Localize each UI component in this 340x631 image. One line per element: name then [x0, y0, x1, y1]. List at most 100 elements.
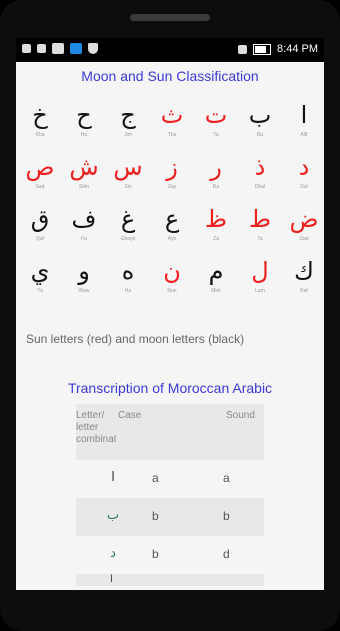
- letter-name: Kha: [35, 132, 45, 138]
- letter-name: Qaf: [35, 236, 45, 242]
- letter-cell[interactable]: ز Zay: [150, 152, 194, 190]
- arabic-letter: و: [78, 257, 90, 285]
- letter-cell[interactable]: ا Alif: [282, 100, 324, 138]
- letter-cell[interactable]: ظ Za: [194, 204, 238, 242]
- arabic-letter: م: [208, 257, 224, 285]
- letter-cell[interactable]: ح Ha: [62, 100, 106, 138]
- section-title: Transcription of Moroccan Arabic: [67, 380, 273, 396]
- arabic-letter: ق: [30, 205, 50, 233]
- letter-cell[interactable]: غ Ghayn: [106, 204, 150, 242]
- arabic-letter: ض: [289, 205, 319, 233]
- letter-cell[interactable]: د Dal: [282, 152, 324, 190]
- letter-cell[interactable]: ر Ra: [194, 152, 238, 190]
- arabic-letter: ز: [166, 153, 178, 181]
- usb-icon: [37, 44, 46, 53]
- letter-cell[interactable]: ي Ya: [18, 256, 62, 294]
- letter-name: Ayn: [167, 236, 177, 242]
- arabic-letter: ف: [71, 205, 97, 233]
- letter-row: ق Qaf ف Fa غ Ghayn ع Ayn ظ Za ط Ta ض Dad: [16, 204, 324, 256]
- arabic-letter: ظ: [204, 205, 228, 233]
- arabic-letter: ك: [294, 257, 314, 285]
- row-sound: a: [223, 471, 230, 485]
- arabic-letter: ي: [30, 257, 50, 285]
- row-case: b: [152, 547, 159, 561]
- row-sound: b: [223, 509, 230, 523]
- arabic-letter: ب: [248, 101, 272, 129]
- letter-cell[interactable]: ه Ha: [106, 256, 150, 294]
- signal-icon: [22, 44, 31, 53]
- letter-name: Waw: [78, 288, 90, 294]
- letter-cell[interactable]: ج Jim: [106, 100, 150, 138]
- letter-cell[interactable]: خ Kha: [18, 100, 62, 138]
- letter-name: Za: [213, 236, 219, 242]
- letter-cell[interactable]: ث Tha: [150, 100, 194, 138]
- table-row: ب b b: [76, 498, 264, 536]
- arabic-letter: د: [298, 153, 310, 181]
- header-sound: Sound: [226, 410, 255, 421]
- letter-name: Zay: [167, 184, 177, 190]
- row-letter: ب: [106, 508, 120, 523]
- arabic-letter: ط: [248, 205, 272, 233]
- header-letter: Letter/ letter combinations: [76, 410, 116, 445]
- letter-name: Ha: [124, 288, 132, 294]
- letter-name: Lam: [255, 288, 265, 294]
- status-bar: 8:44 PM: [16, 38, 324, 62]
- arabic-letter: ع: [164, 205, 180, 233]
- header-case: Case: [118, 410, 142, 421]
- app-screen[interactable]: Moon and Sun Classification خ Kha ح Ha ج Jim ث…: [16, 62, 324, 590]
- arabic-letter: ذ: [254, 153, 266, 181]
- letter-cell[interactable]: ت Ta: [194, 100, 238, 138]
- letter-name: Ra: [212, 184, 220, 190]
- arabic-letter: ل: [251, 257, 269, 285]
- clock: 8:44 PM: [277, 43, 318, 55]
- arabic-letter: ا: [300, 101, 308, 129]
- arabic-letter: س: [113, 153, 143, 181]
- table-row: ا a a: [76, 460, 264, 498]
- letter-cell[interactable]: س Sin: [106, 152, 150, 190]
- wifi-icon: [238, 44, 248, 54]
- arabic-letter: ش: [69, 153, 99, 181]
- arabic-letter: ر: [210, 153, 222, 181]
- letter-name: Sad: [35, 184, 45, 190]
- arabic-letter: ص: [25, 153, 55, 181]
- letter-cell[interactable]: ل Lam: [238, 256, 282, 294]
- row-sound: d: [223, 547, 230, 561]
- letter-cell[interactable]: ف Fa: [62, 204, 106, 242]
- phone-frame: 8:44 PM Moon and Sun Classification خ Kha…: [0, 0, 340, 631]
- letter-cell[interactable]: ض Dad: [282, 204, 324, 242]
- letter-cell[interactable]: ب Ba: [238, 100, 282, 138]
- arabic-letter: ث: [160, 101, 184, 129]
- row-letter: ا: [110, 574, 113, 585]
- letter-name: Nun: [167, 288, 177, 294]
- letter-cell[interactable]: ط Ta: [238, 204, 282, 242]
- letter-cell[interactable]: ع Ayn: [150, 204, 194, 242]
- checkmark-icon: [70, 43, 82, 54]
- letter-cell[interactable]: ش Shin: [62, 152, 106, 190]
- table-row: ا: [76, 574, 264, 586]
- letter-cell[interactable]: و Waw: [62, 256, 106, 294]
- speaker-grille: [130, 14, 210, 21]
- letter-name: Tha: [167, 132, 177, 138]
- letter-cell[interactable]: ن Nun: [150, 256, 194, 294]
- row-letter: ا: [111, 470, 115, 485]
- arabic-letter: ج: [120, 101, 136, 129]
- letter-name: Dad: [299, 236, 309, 242]
- image-icon: [52, 43, 64, 54]
- arabic-letter: غ: [120, 205, 136, 233]
- letter-cell[interactable]: م Mim: [194, 256, 238, 294]
- arabic-letter: خ: [32, 101, 48, 129]
- letter-cell[interactable]: ص Sad: [18, 152, 62, 190]
- row-case: b: [152, 509, 159, 523]
- letter-name: Ba: [256, 132, 264, 138]
- arabic-letter: ت: [204, 101, 228, 129]
- letter-name: Jim: [124, 132, 132, 138]
- letter-row: ص Sad ش Shin س Sin ز Zay ر Ra ذ Dhal د Dal: [16, 152, 324, 204]
- letter-cell[interactable]: ذ Dhal: [238, 152, 282, 190]
- letter-name: Ghayn: [120, 236, 136, 242]
- legend-caption: Sun letters (red) and moon letters (blac…: [26, 332, 245, 346]
- letter-cell[interactable]: ك Kaf: [282, 256, 324, 294]
- letter-name: Alif: [300, 132, 308, 138]
- arabic-letter: ه: [121, 257, 135, 285]
- page-title: Moon and Sun Classification: [81, 68, 259, 84]
- letter-cell[interactable]: ق Qaf: [18, 204, 62, 242]
